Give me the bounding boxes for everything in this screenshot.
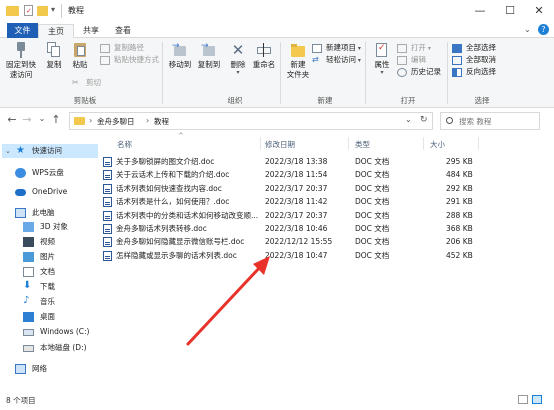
annotation-arrow [186,256,270,346]
item-count: 8 个项目 [6,396,36,405]
large-icons-view-icon[interactable] [532,395,542,404]
details-view-icon[interactable] [518,395,528,404]
status-bar: 8 个项目 [0,391,554,410]
